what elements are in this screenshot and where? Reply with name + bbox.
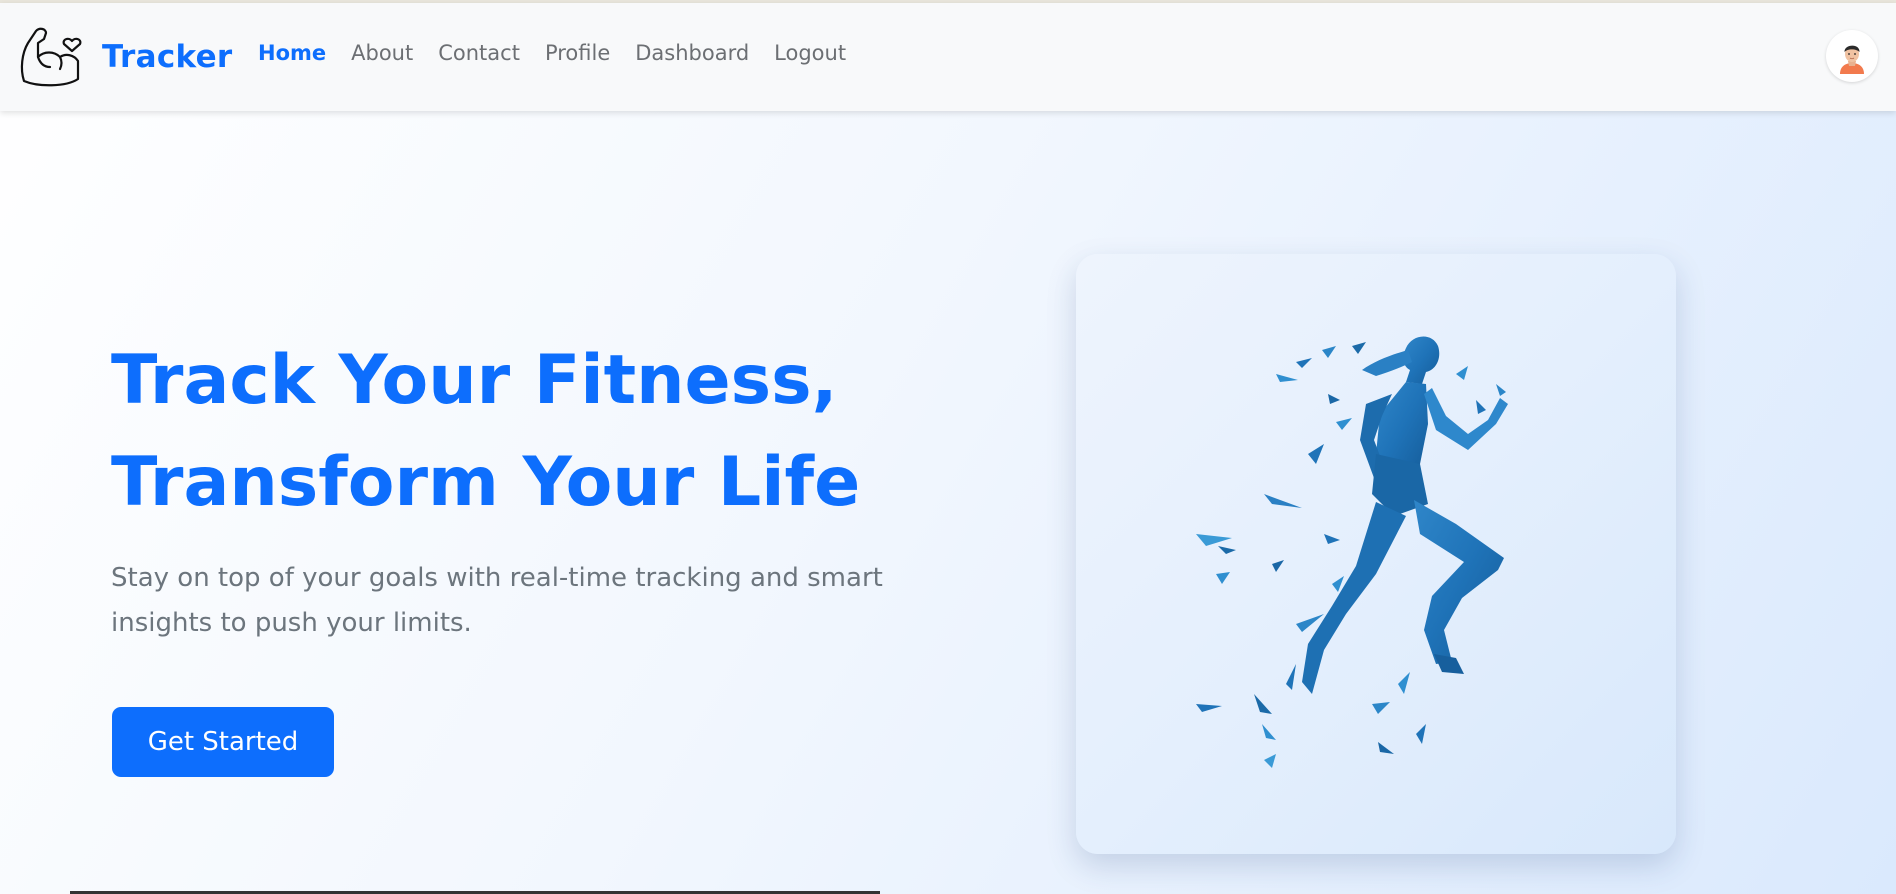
avatar[interactable] <box>1826 30 1878 82</box>
navbar: Tracker Home About Contact Profile Dashb… <box>0 3 1896 111</box>
brand-name[interactable]: Tracker <box>102 39 233 75</box>
hero-title-line-2: Transform Your Life <box>111 443 861 522</box>
nav-link-about[interactable]: About <box>351 41 413 65</box>
hero-title-line-1: Track Your Fitness, <box>111 341 838 420</box>
hero-image-card <box>1076 254 1676 854</box>
runner-illustration-icon <box>1196 336 1508 768</box>
get-started-button[interactable]: Get Started <box>112 707 334 777</box>
nav-link-home[interactable]: Home <box>258 41 326 65</box>
brand[interactable]: Tracker <box>16 21 233 93</box>
nav-link-dashboard[interactable]: Dashboard <box>635 41 749 65</box>
hero-title: Track Your Fitness, Transform Your Life <box>111 330 891 534</box>
nav-link-profile[interactable]: Profile <box>545 41 610 65</box>
nav-links: Home About Contact Profile Dashboard Log… <box>258 41 871 65</box>
nav-link-logout[interactable]: Logout <box>774 41 846 65</box>
hero-subtitle: Stay on top of your goals with real-time… <box>111 563 883 638</box>
nav-link-contact[interactable]: Contact <box>438 41 520 65</box>
user-avatar-icon <box>1840 45 1864 74</box>
flexed-arm-heart-icon <box>20 27 82 87</box>
